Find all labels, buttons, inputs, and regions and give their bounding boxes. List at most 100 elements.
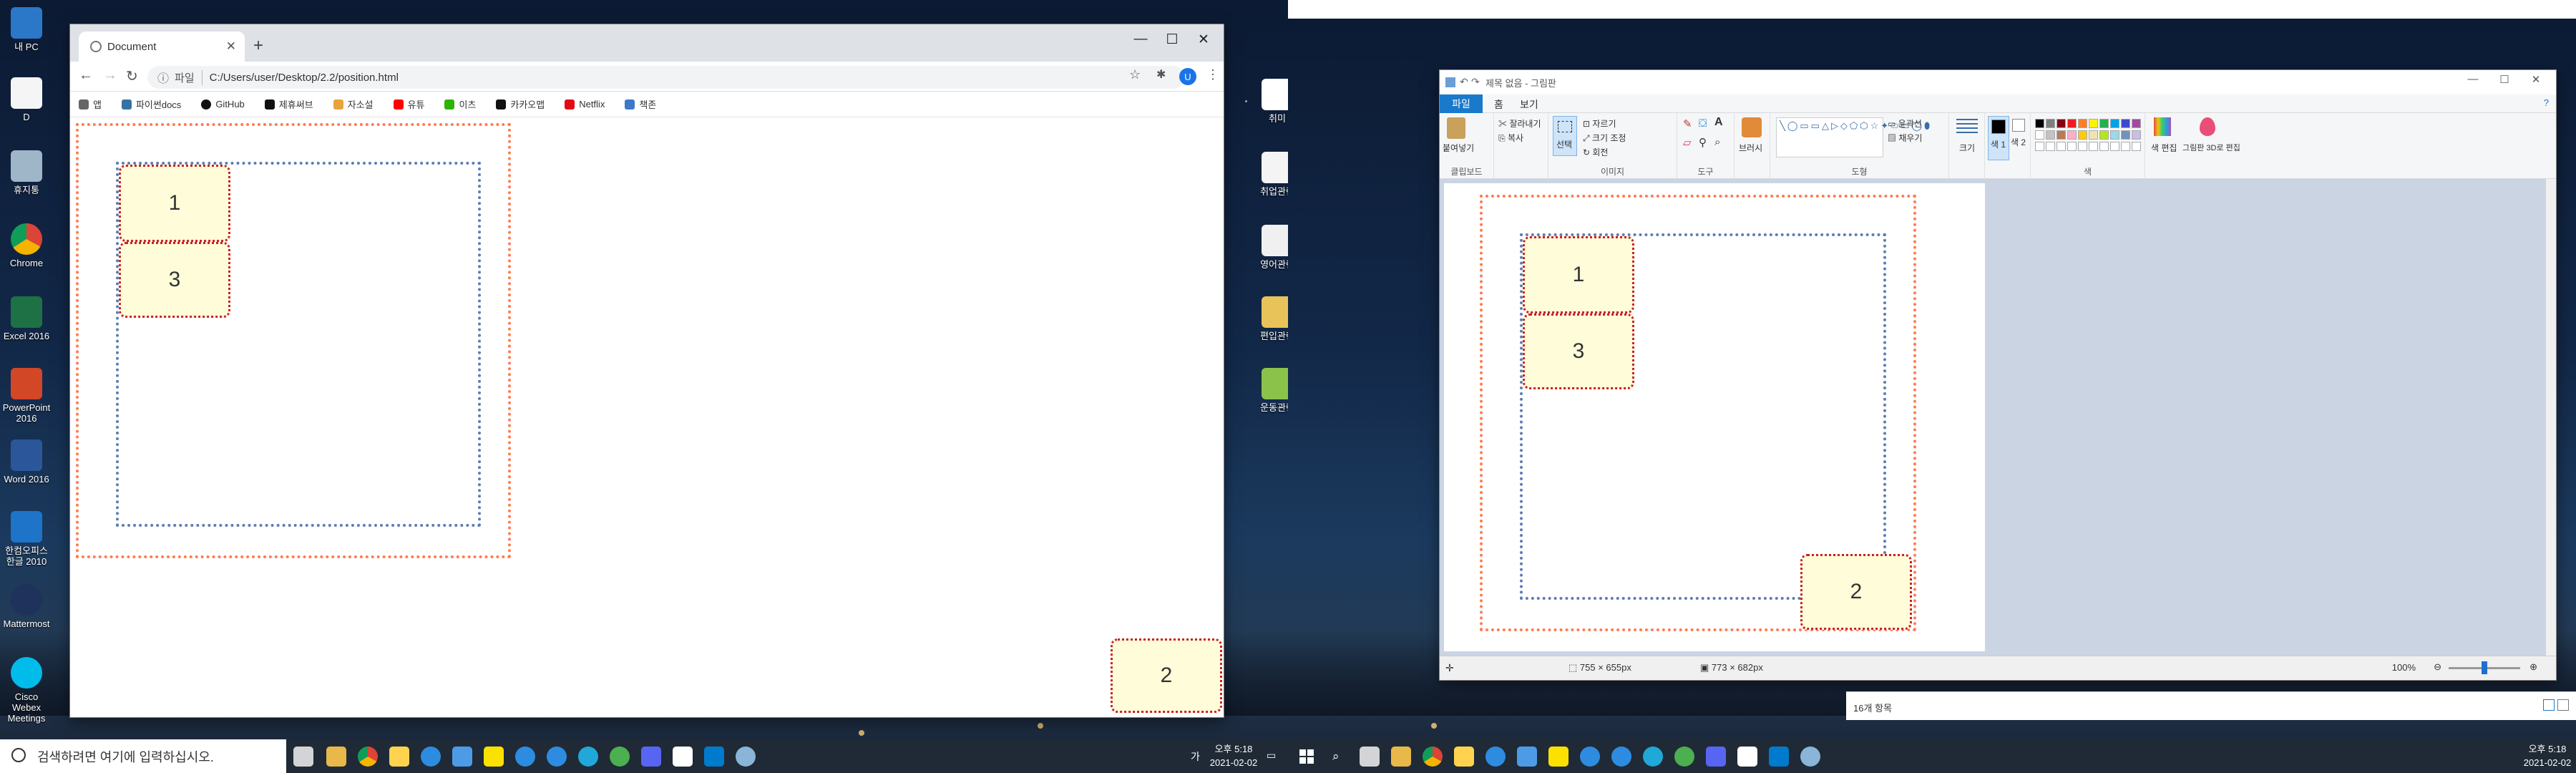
edit-colors-icon[interactable] [2154, 117, 2171, 136]
desktop-icon-mattermost[interactable]: Mattermost [1, 584, 52, 629]
palette-swatch[interactable] [2099, 119, 2109, 128]
palette-swatch-empty[interactable] [2067, 142, 2077, 151]
paint3d-icon[interactable] [2200, 117, 2215, 136]
paint-taskbar-icon[interactable] [1800, 747, 1820, 767]
palette-swatch[interactable] [2057, 119, 2066, 128]
outline-button[interactable]: ▭ 윤곽선 [1888, 117, 1922, 130]
palette-swatch[interactable] [2099, 130, 2109, 140]
app-icon[interactable] [578, 747, 598, 767]
palette-swatch-empty[interactable] [2078, 142, 2087, 151]
zoom-slider-thumb[interactable] [2482, 661, 2487, 674]
discord-icon[interactable] [641, 747, 661, 767]
palette-swatch[interactable] [2035, 130, 2044, 140]
large-icons-view-icon[interactable] [2557, 699, 2569, 711]
minimize-button[interactable]: — [2459, 73, 2487, 85]
bookmark-netflix[interactable]: Netflix [565, 99, 605, 110]
file-menu[interactable]: 파일 [1440, 94, 1483, 113]
palette-swatch[interactable] [2046, 130, 2055, 140]
reload-button[interactable]: ↻ [126, 67, 138, 85]
desktop-icon-hobby[interactable]: 취미 [1252, 79, 1288, 124]
eraser-icon[interactable]: ▱ [1683, 136, 1692, 149]
desktop-icon-job[interactable]: 취업관련 [1252, 152, 1288, 197]
search-icon[interactable]: ⌕ [1332, 749, 1340, 764]
desktop-icon-d[interactable]: D [1, 77, 52, 122]
palette-swatch[interactable] [2035, 119, 2044, 128]
kakaotalk-icon[interactable] [484, 747, 504, 767]
bookmark-9[interactable]: 책존 [625, 97, 656, 111]
maximize-button[interactable]: ☐ [2490, 73, 2519, 86]
palette-swatch[interactable] [2078, 130, 2087, 140]
paste-icon[interactable] [1447, 117, 1465, 139]
brushes-button[interactable]: 브러시 [1739, 142, 1762, 154]
extensions-icon[interactable]: ✱ [1156, 67, 1166, 82]
copy-button[interactable]: ⎘ 복사 [1498, 132, 1523, 144]
redo-icon[interactable]: ↷ [1471, 76, 1480, 88]
palette-swatch[interactable] [2110, 130, 2119, 140]
bookmark-6[interactable]: 이츠 [444, 97, 476, 111]
sticky-notes-icon[interactable] [389, 747, 409, 767]
palette-swatch[interactable] [2132, 119, 2141, 128]
mail-icon[interactable] [452, 747, 472, 767]
bookmark-3[interactable]: 제휴써브 [264, 97, 313, 111]
ime-indicator[interactable]: 가 [1191, 749, 1200, 764]
maximize-button[interactable]: ☐ [1158, 31, 1186, 48]
palette-swatch-empty[interactable] [2110, 142, 2119, 151]
task-view-icon[interactable] [1360, 747, 1380, 767]
notion-taskbar-icon[interactable] [1737, 747, 1757, 767]
forward-button[interactable]: → [103, 67, 117, 84]
palette-swatch[interactable] [2057, 130, 2066, 140]
chrome-taskbar-icon[interactable] [358, 747, 378, 767]
desktop-icon-chrome[interactable]: Chrome [1, 223, 52, 268]
desktop-icon-powerpoint[interactable]: PowerPoint 2016 [1, 368, 52, 424]
palette-swatch-empty[interactable] [2099, 142, 2109, 151]
zoom-slider[interactable] [2449, 661, 2520, 674]
save-icon[interactable] [1445, 77, 1455, 87]
crop-button[interactable]: ⊡ 자르기 [1583, 117, 1616, 130]
desktop-icon-exercise[interactable]: 운동관련 [1252, 368, 1288, 413]
bookmark-github[interactable]: GitHub [201, 99, 245, 110]
rotate-button[interactable]: ↻ 회전 [1583, 146, 1608, 158]
back-button[interactable]: ← [79, 67, 93, 84]
palette-swatch[interactable] [2067, 130, 2077, 140]
vscode-icon[interactable] [704, 747, 724, 767]
taskbar-search[interactable]: 검색하려면 여기에 입력하십시오. [0, 739, 286, 773]
palette-swatch[interactable] [2110, 119, 2119, 128]
palette-swatch-empty[interactable] [2035, 142, 2044, 151]
profile-avatar[interactable]: U [1179, 68, 1196, 85]
fill-button[interactable]: ▨ 채우기 [1888, 132, 1922, 144]
new-tab-button[interactable]: + [253, 36, 263, 56]
palette-swatch[interactable] [2046, 119, 2055, 128]
app-icon[interactable] [1611, 747, 1631, 767]
paint3d-button[interactable]: 그림판 3D로 편집 [2182, 142, 2240, 153]
palette-swatch-empty[interactable] [2057, 142, 2066, 151]
palette-swatch-empty[interactable] [2121, 142, 2130, 151]
palette-swatch[interactable] [2067, 119, 2077, 128]
pencil-icon[interactable]: ✎ [1683, 117, 1692, 130]
shapes-gallery[interactable]: ╲◯▭▭△▷◇⬠⬡☆✦⬭▭◯⬮ [1776, 117, 1930, 157]
bookmark-python-docs[interactable]: 파이썬docs [121, 97, 181, 111]
palette-swatch[interactable] [2132, 130, 2141, 140]
desktop-icon-word[interactable]: Word 2016 [1, 439, 52, 485]
address-bar[interactable]: ⓘ 파일 C:/Users/user/Desktop/2.2/position.… [147, 66, 1185, 89]
palette-swatch[interactable] [2121, 130, 2130, 140]
palette-swatch[interactable] [2089, 130, 2098, 140]
desktop-icon-excel[interactable]: Excel 2016 [1, 296, 52, 341]
palette-swatch[interactable] [2089, 119, 2098, 128]
discord-icon[interactable] [1706, 747, 1726, 767]
palette-swatch-empty[interactable] [2089, 142, 2098, 151]
taskbar-clock[interactable]: 오후 5:18 2021-02-02 [2519, 742, 2576, 769]
close-tab-icon[interactable]: ✕ [226, 39, 236, 54]
undo-icon[interactable]: ↶ [1460, 76, 1468, 88]
paste-button[interactable]: 붙여넣기 [1443, 142, 1474, 154]
cut-button[interactable]: ✂ 잘라내기 [1498, 117, 1541, 130]
tab-document[interactable]: Document ✕ [79, 31, 245, 62]
desktop-icon-this-pc[interactable]: 내 PC [1, 7, 52, 52]
app-icon[interactable] [547, 747, 567, 767]
details-view-icon[interactable] [2543, 699, 2555, 711]
bookmark-4[interactable]: 자소설 [333, 97, 374, 111]
sticky-notes-icon[interactable] [1454, 747, 1474, 767]
app-icon[interactable] [515, 747, 535, 767]
vscode-icon[interactable] [1769, 747, 1789, 767]
app-icon[interactable] [1674, 747, 1694, 767]
desktop-icon-recycle-bin[interactable]: 휴지통 [1, 150, 52, 195]
